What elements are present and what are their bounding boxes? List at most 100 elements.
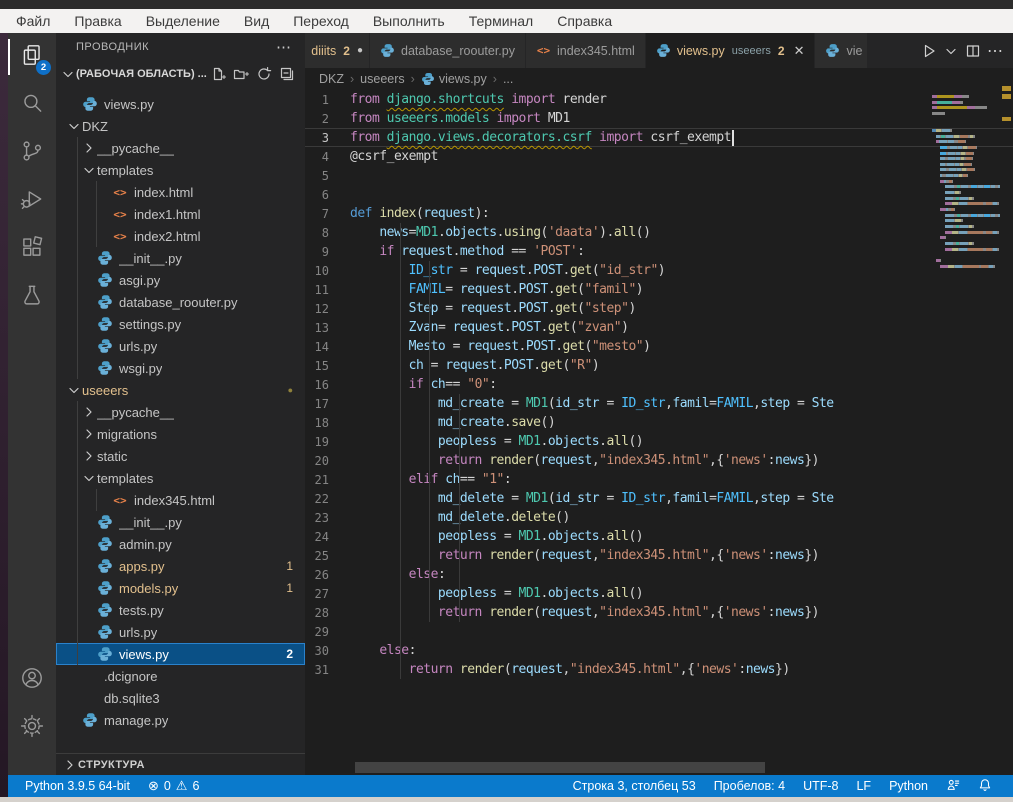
status-notifications[interactable] xyxy=(971,775,999,797)
tree-folder-migrations[interactable]: migrations xyxy=(56,423,305,445)
breadcrumb-item-views.py[interactable]: views.py xyxy=(421,72,487,86)
tab-database_roouter.py[interactable]: database_roouter.py xyxy=(370,33,525,68)
refresh-icon[interactable] xyxy=(256,66,272,82)
tree-folder-templates[interactable]: templates xyxy=(56,467,305,489)
breadcrumb-item-DKZ[interactable]: DKZ xyxy=(319,72,344,86)
menu-item-Вид[interactable]: Вид xyxy=(232,11,281,31)
tab-index345.html[interactable]: <>index345.html xyxy=(526,33,645,68)
code-line-21[interactable]: 21 elif ch== "1": xyxy=(305,470,1013,489)
close-icon[interactable]: ✕ xyxy=(794,43,805,59)
tree-file-urls.py[interactable]: urls.py xyxy=(56,335,305,357)
menu-item-Выделение[interactable]: Выделение xyxy=(134,11,232,31)
tree-file-views.py[interactable]: views.py2 xyxy=(56,643,305,665)
tab-diiits[interactable]: diiits2● xyxy=(305,33,369,68)
activity-extensions[interactable] xyxy=(8,225,56,273)
status-feedback[interactable] xyxy=(939,775,967,797)
tree-file-.dcignore[interactable]: .dcignore xyxy=(56,665,305,687)
minimap[interactable] xyxy=(930,85,1000,270)
activity-source-control[interactable] xyxy=(8,129,56,177)
code-line-2[interactable]: 2from useeers.models import MD1 xyxy=(305,109,1013,128)
code-line-4[interactable]: 4@csrf_exempt xyxy=(305,147,1013,166)
tree-file-wsgi.py[interactable]: wsgi.py xyxy=(56,357,305,379)
more-actions-icon[interactable]: ⋯ xyxy=(276,38,291,56)
status-indentation[interactable]: Пробелов: 4 xyxy=(707,775,792,797)
activity-testing[interactable] xyxy=(8,273,56,321)
menu-item-Правка[interactable]: Правка xyxy=(62,11,133,31)
tab-views.py[interactable]: views.pyuseeers2✕ xyxy=(646,33,815,68)
code-line-20[interactable]: 20 return render(request,"index345.html"… xyxy=(305,451,1013,470)
tree-file-__init__.py[interactable]: __init__.py xyxy=(56,247,305,269)
workspace-section-header[interactable]: (РАБОЧАЯ ОБЛАСТЬ) ... xyxy=(56,60,305,88)
tab-vie[interactable]: vie xyxy=(815,33,867,68)
tree-file-views.py[interactable]: views.py xyxy=(56,93,305,115)
tree-file-index1.html[interactable]: <>index1.html xyxy=(56,203,305,225)
status-python-interpreter[interactable]: Python 3.9.5 64-bit xyxy=(18,775,137,797)
code-line-17[interactable]: 17 md_create = MD1(id_str = ID_str,famil… xyxy=(305,394,1013,413)
menu-item-Файл[interactable]: Файл xyxy=(4,11,62,31)
tree-file-settings.py[interactable]: settings.py xyxy=(56,313,305,335)
tree-file-urls.py[interactable]: urls.py xyxy=(56,621,305,643)
editor-more-actions[interactable]: ⋯ xyxy=(987,41,1003,61)
code-line-12[interactable]: 12 Step = request.POST.get("step") xyxy=(305,299,1013,318)
tree-file-admin.py[interactable]: admin.py xyxy=(56,533,305,555)
code-line-16[interactable]: 16 if ch== "0": xyxy=(305,375,1013,394)
code-line-1[interactable]: 1from django.shortcuts import render xyxy=(305,90,1013,109)
code-line-22[interactable]: 22 md_delete = MD1(id_str = ID_str,famil… xyxy=(305,489,1013,508)
run-dropdown[interactable] xyxy=(943,43,959,59)
horizontal-scrollbar[interactable] xyxy=(355,762,765,773)
activity-settings[interactable] xyxy=(8,704,56,752)
activity-search[interactable] xyxy=(8,81,56,129)
code-line-6[interactable]: 6 xyxy=(305,185,1013,204)
status-eol[interactable]: LF xyxy=(849,775,878,797)
status-cursor-position[interactable]: Строка 3, столбец 53 xyxy=(566,775,703,797)
code-line-3[interactable]: 3from django.views.decorators.csrf impor… xyxy=(305,128,1013,147)
code-line-24[interactable]: 24 peopless = MD1.objects.all() xyxy=(305,527,1013,546)
tree-file-manage.py[interactable]: manage.py xyxy=(56,709,305,731)
menu-item-Переход[interactable]: Переход xyxy=(281,11,361,31)
code-line-19[interactable]: 19 peopless = MD1.objects.all() xyxy=(305,432,1013,451)
menu-item-Справка[interactable]: Справка xyxy=(545,11,624,31)
code-line-9[interactable]: 9 if request.method == 'POST': xyxy=(305,242,1013,261)
code-line-14[interactable]: 14 Mesto = request.POST.get("mesto") xyxy=(305,337,1013,356)
code-line-25[interactable]: 25 return render(request,"index345.html"… xyxy=(305,546,1013,565)
status-language-mode[interactable]: Python xyxy=(882,775,935,797)
status-problems[interactable]: ⊗0⚠6 xyxy=(141,775,206,797)
code-line-28[interactable]: 28 return render(request,"index345.html"… xyxy=(305,603,1013,622)
code-line-10[interactable]: 10 ID_str = request.POST.get("id_str") xyxy=(305,261,1013,280)
split-editor-button[interactable] xyxy=(965,43,981,59)
tree-folder-DKZ[interactable]: DKZ xyxy=(56,115,305,137)
activity-accounts[interactable] xyxy=(8,656,56,704)
code-line-29[interactable]: 29 xyxy=(305,622,1013,641)
collapse-all-icon[interactable] xyxy=(279,66,295,82)
tree-file-index.html[interactable]: <>index.html xyxy=(56,181,305,203)
menu-item-Терминал[interactable]: Терминал xyxy=(457,11,545,31)
tree-file-models.py[interactable]: models.py1 xyxy=(56,577,305,599)
tree-folder-static[interactable]: static xyxy=(56,445,305,467)
tree-file-asgi.py[interactable]: asgi.py xyxy=(56,269,305,291)
tree-folder-useeers[interactable]: useeers● xyxy=(56,379,305,401)
tree-file-db.sqlite3[interactable]: db.sqlite3 xyxy=(56,687,305,709)
tree-file-index2.html[interactable]: <>index2.html xyxy=(56,225,305,247)
tree-folder-__pycache__[interactable]: __pycache__ xyxy=(56,401,305,423)
breadcrumb-item-useeers[interactable]: useeers xyxy=(360,72,404,86)
code-line-7[interactable]: 7def index(request): xyxy=(305,204,1013,223)
tree-file-index345.html[interactable]: <>index345.html xyxy=(56,489,305,511)
activity-run-debug[interactable] xyxy=(8,177,56,225)
run-button[interactable] xyxy=(921,43,937,59)
code-editor[interactable]: 1from django.shortcuts import render2fro… xyxy=(305,90,1013,762)
code-line-31[interactable]: 31 return render(request,"index345.html"… xyxy=(305,660,1013,679)
code-line-18[interactable]: 18 md_create.save() xyxy=(305,413,1013,432)
code-line-30[interactable]: 30 else: xyxy=(305,641,1013,660)
menu-item-Выполнить[interactable]: Выполнить xyxy=(361,11,457,31)
code-line-13[interactable]: 13 Zvan= request.POST.get("zvan") xyxy=(305,318,1013,337)
code-line-8[interactable]: 8 news=MD1.objects.using('daata').all() xyxy=(305,223,1013,242)
tree-file-apps.py[interactable]: apps.py1 xyxy=(56,555,305,577)
tree-file-tests.py[interactable]: tests.py xyxy=(56,599,305,621)
code-line-27[interactable]: 27 peopless = MD1.objects.all() xyxy=(305,584,1013,603)
tree-file-__init__.py[interactable]: __init__.py xyxy=(56,511,305,533)
code-line-26[interactable]: 26 else: xyxy=(305,565,1013,584)
code-line-5[interactable]: 5 xyxy=(305,166,1013,185)
tree-folder-templates[interactable]: templates xyxy=(56,159,305,181)
code-line-23[interactable]: 23 md_delete.delete() xyxy=(305,508,1013,527)
code-line-11[interactable]: 11 FAMIL= request.POST.get("famil") xyxy=(305,280,1013,299)
